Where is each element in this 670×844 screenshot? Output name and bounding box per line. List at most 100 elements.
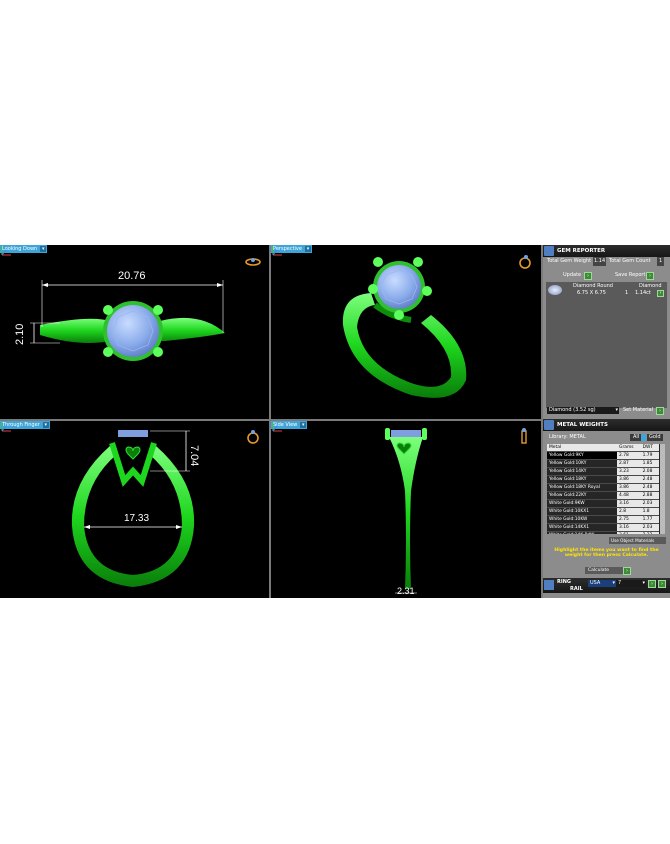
gem-weight: 1.14ct: [635, 290, 651, 296]
viewport-through-finger[interactable]: Through Finger ▾ 7.04 17.33: [0, 421, 269, 598]
metal-name: White Gold:9KW: [547, 499, 618, 508]
col-grams[interactable]: Grams: [617, 444, 641, 452]
gem-reporter-icon: [544, 246, 554, 256]
viewport-perspective[interactable]: Perspective ▾: [271, 245, 541, 419]
axis-gizmo-icon: [272, 422, 282, 432]
library-label: Library: METAL: [549, 434, 586, 440]
viewport-looking-down[interactable]: Looking Down ▾ 20.76 2.10: [0, 245, 269, 419]
metal-dwt: 1.8: [640, 507, 659, 516]
right-panel: GEM REPORTER Total Gem Weight 1.14 Total…: [543, 245, 670, 598]
ring-rail-title: RING: [557, 579, 571, 585]
ring-rail-apply-button[interactable]: ›: [648, 580, 656, 588]
ring-perspective-view: [342, 257, 467, 398]
gem-name: Diamond Round: [573, 283, 613, 289]
metal-table-row[interactable]: Yellow Gold:10KY 2.87 1.85: [547, 459, 659, 468]
ring-size-select[interactable]: 7 ▾: [616, 580, 646, 587]
viewport-side-view[interactable]: Side View ▾ 2.31: [271, 421, 541, 598]
set-material-label: Set Material: [623, 407, 654, 413]
ring-view-icon[interactable]: [518, 254, 532, 270]
gem-reporter-header[interactable]: GEM REPORTER: [543, 245, 670, 257]
metal-table-row[interactable]: Yellow Gold:9KY 2.78 1.79: [547, 451, 659, 460]
col-dwt[interactable]: DWT: [640, 444, 659, 452]
dimension-width-label: 20.76: [118, 270, 146, 282]
metal-name: Yellow Gold:18KY: [547, 475, 618, 484]
ring-front-view: [71, 430, 195, 587]
metal-table-row[interactable]: White Gold:9KW 3.16 2.03: [547, 499, 659, 508]
gem-list-item[interactable]: Diamond Round Diamond 6.75 X 6.75 1 1.14…: [547, 283, 666, 298]
total-gem-count-value: 1: [657, 257, 665, 266]
metal-dwt: 2.48: [640, 483, 659, 492]
total-gem-weight-value: 1.14: [593, 257, 607, 266]
calculate-field[interactable]: Calculate: [585, 567, 623, 574]
ring-region-select[interactable]: USA ▾: [588, 580, 616, 587]
ring-view-icon[interactable]: [519, 427, 529, 445]
metal-name: Yellow Gold:22KY: [547, 491, 618, 500]
chevron-down-icon: ▾: [615, 407, 618, 413]
col-metal[interactable]: Metal: [547, 444, 618, 452]
metal-dwt: 2.48: [640, 475, 659, 484]
metal-name: White Gold:14K PdW: [547, 531, 618, 534]
app-window: Looking Down ▾ 20.76 2.10 Perspective ▾ …: [0, 245, 670, 598]
ring-region-value: USA: [590, 580, 601, 586]
metal-table-row[interactable]: Yellow Gold:14KY 3.23 2.08: [547, 467, 659, 476]
metal-weights-title: METAL WEIGHTS: [557, 422, 608, 428]
metal-name: White Gold:10KW: [547, 515, 618, 524]
metal-name: Yellow Gold:10KY: [547, 459, 618, 468]
dimension-width-label: 17.33: [124, 513, 150, 524]
total-gem-count-label: Total Gem Count: [609, 258, 651, 264]
material-select-value: Diamond (3.52 sg): [549, 407, 596, 413]
ring-view-icon[interactable]: [244, 257, 262, 267]
metal-table-row[interactable]: Yellow Gold:22KY 4.48 2.88: [547, 491, 659, 500]
ring-rail-expand-button[interactable]: ›: [658, 580, 666, 588]
metal-table-row[interactable]: White Gold:14K PdW3.612.32: [547, 531, 659, 534]
metal-table-row[interactable]: Yellow Gold:18KY Royal 3.86 2.48: [547, 483, 659, 492]
metal-dwt: 2.03: [640, 523, 659, 532]
metal-table-row[interactable]: White Gold:10KW 2.75 1.77: [547, 515, 659, 524]
use-object-materials-field[interactable]: Use Object Materials: [609, 537, 666, 544]
metal-weights-icon: [544, 420, 554, 430]
update-button[interactable]: ›: [584, 272, 592, 280]
set-material-button[interactable]: ›: [656, 407, 664, 415]
library-filter-toggle[interactable]: [641, 434, 646, 441]
calculate-label: Calculate: [588, 568, 610, 573]
gem-totals-row: Total Gem Weight 1.14 Total Gem Count 1: [543, 257, 670, 266]
diamond-icon: [548, 285, 562, 295]
metal-dwt: 2.32: [640, 531, 659, 534]
metal-grams: 3.16: [617, 523, 641, 532]
gem-material: Diamond: [639, 283, 662, 289]
dimension-height-label: 2.10: [14, 323, 26, 345]
metal-grams: 2.8: [617, 507, 641, 516]
ring-side-view: [385, 428, 427, 594]
gem-item-button[interactable]: ›: [657, 290, 664, 297]
ring-view-icon[interactable]: [246, 429, 260, 445]
metal-table-row[interactable]: White Gold:10KX1 2.8 1.8: [547, 507, 659, 516]
metal-name: White Gold:10KX1: [547, 507, 618, 516]
metal-name: White Gold:14KX1: [547, 523, 618, 532]
update-label: Update: [563, 272, 582, 278]
metal-table-row[interactable]: Yellow Gold:18KY 3.86 2.48: [547, 475, 659, 484]
axis-gizmo-icon: [1, 422, 11, 432]
dimension-width-label: 2.31: [397, 586, 415, 596]
material-select[interactable]: Diamond (3.52 sg) ▾: [547, 407, 619, 414]
metal-weights-hint: Highlight the items you want to find the…: [554, 548, 659, 558]
save-report-button[interactable]: ›: [646, 272, 654, 280]
metal-dwt: 1.77: [640, 515, 659, 524]
calculate-button[interactable]: ›: [623, 567, 631, 575]
metal-dwt: 2.88: [640, 491, 659, 500]
chevron-down-icon: ▾: [642, 580, 645, 586]
metal-grams: 2.87: [617, 459, 641, 468]
metal-table-row[interactable]: White Gold:14KX1 3.16 2.03: [547, 523, 659, 532]
metal-table-scrollbar[interactable]: [660, 444, 665, 534]
dimension-height-label: 7.04: [188, 445, 200, 467]
metal-grams: 2.75: [617, 515, 641, 524]
metal-dwt: 1.79: [640, 451, 659, 460]
metal-table: Metal Grams DWT Yellow Gold:9KY 2.78 1.79 Y…: [547, 444, 659, 534]
material-row: Diamond (3.52 sg) ▾ Set Material ›: [543, 406, 670, 415]
axis-gizmo-icon: [272, 246, 282, 256]
metal-weights-header[interactable]: METAL WEIGHTS: [543, 419, 670, 431]
library-filter-gold[interactable]: Gold: [647, 434, 663, 441]
metal-grams: 4.48: [617, 491, 641, 500]
metal-table-wrap: Metal Grams DWT Yellow Gold:9KY 2.78 1.79 Y…: [547, 444, 665, 534]
metal-name: Yellow Gold:9KY: [547, 451, 618, 460]
metal-grams: 3.86: [617, 483, 641, 492]
